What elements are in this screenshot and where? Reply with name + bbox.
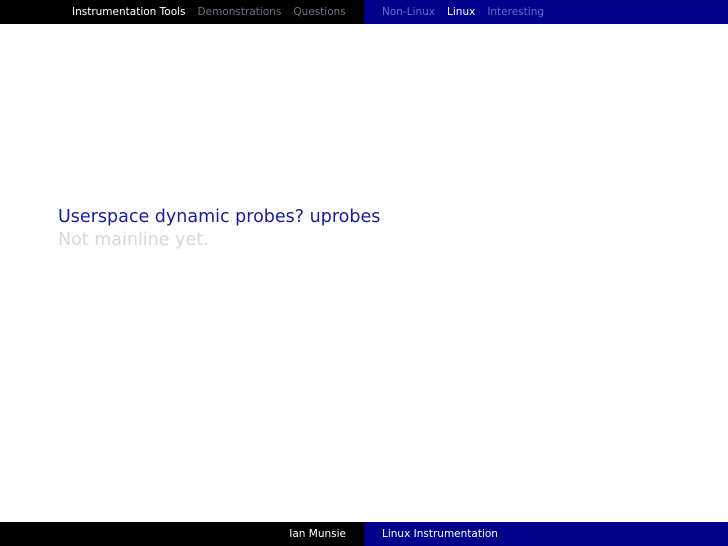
nav-questions[interactable]: Questions (293, 6, 345, 18)
header-sections-left: Instrumentation Tools Demonstrations Que… (0, 0, 364, 24)
nav-demonstrations[interactable]: Demonstrations (198, 6, 282, 18)
nav-instrumentation-tools[interactable]: Instrumentation Tools (72, 6, 186, 18)
footer-author: Ian Munsie (289, 528, 346, 540)
slide-line-not-mainline: Not mainline yet. (58, 230, 209, 250)
footer-bar: Ian Munsie Linux Instrumentation (0, 522, 728, 546)
nav-linux[interactable]: Linux (447, 6, 475, 18)
footer-title-box: Linux Instrumentation (364, 522, 728, 546)
footer-author-box: Ian Munsie (0, 522, 364, 546)
slide: Instrumentation Tools Demonstrations Que… (0, 0, 728, 546)
nav-non-linux[interactable]: Non-Linux (382, 6, 435, 18)
slide-line-uprobes: Userspace dynamic probes? uprobes (58, 207, 381, 227)
header-bar: Instrumentation Tools Demonstrations Que… (0, 0, 728, 24)
nav-interesting[interactable]: Interesting (487, 6, 544, 18)
footer-title: Linux Instrumentation (382, 528, 498, 540)
slide-content: Userspace dynamic probes? uprobes Not ma… (58, 206, 380, 252)
header-subsections-right: Non-Linux Linux Interesting (364, 0, 728, 24)
